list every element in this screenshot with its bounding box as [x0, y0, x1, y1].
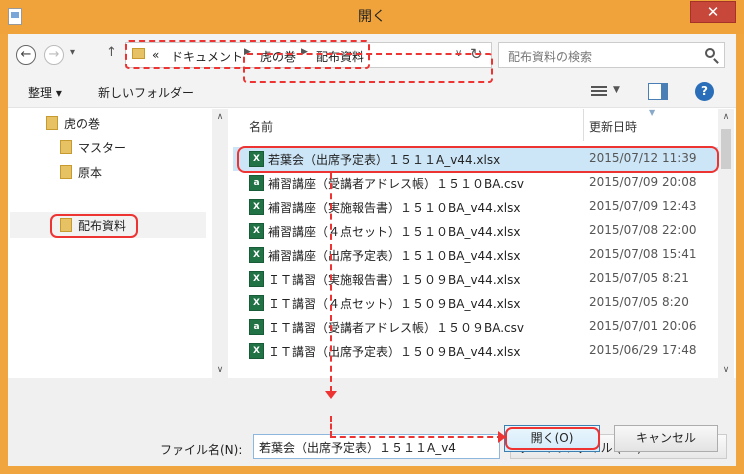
- sort-indicator-icon: ▼: [649, 109, 656, 117]
- scroll-up-icon[interactable]: ∧: [718, 112, 734, 122]
- file-name: ＩＴ講習（出席予定表）１５０９BA_v44.xlsx: [268, 345, 521, 359]
- scroll-up-icon[interactable]: ∧: [212, 112, 228, 122]
- window-title: 開く: [358, 9, 386, 25]
- file-name: ＩＴ講習（受講者アドレス帳）１５０９BA.csv: [268, 321, 524, 335]
- excel-icon: X: [249, 247, 264, 263]
- organize-menu[interactable]: 整理 ▾: [28, 84, 62, 101]
- annotation-connector-line: [330, 416, 332, 437]
- help-icon[interactable]: ?: [695, 82, 714, 101]
- file-date: 2015/06/29 17:48: [589, 343, 697, 357]
- tree-item-label: 原本: [78, 166, 103, 180]
- scroll-thumb[interactable]: [721, 129, 731, 169]
- file-list-scrollbar[interactable]: ∧ ∨: [718, 109, 734, 380]
- forward-button[interactable]: →: [44, 45, 64, 65]
- scroll-down-icon[interactable]: ∨: [718, 365, 734, 375]
- column-divider[interactable]: [583, 109, 584, 141]
- tree-annotation-highlight: [50, 214, 138, 238]
- bottom-panel: ファイル名(N): 若葉会（出席予定表）１５１１A_v4 ∨ すべてのファイル …: [8, 378, 736, 466]
- tree-scrollbar[interactable]: ∧ ∨: [212, 109, 228, 380]
- preview-pane-icon[interactable]: [648, 83, 668, 100]
- file-row[interactable]: a 補習講座（受講者アドレス帳）１５１０BA.csv 2015/07/09 20…: [233, 171, 718, 195]
- file-row[interactable]: X ＩＴ講習（実施報告書）１５０９BA_v44.xlsx 2015/07/05 …: [233, 267, 718, 291]
- file-date: 2015/07/08 15:41: [589, 247, 697, 261]
- file-row[interactable]: X ＩＴ講習（４点セット）１５０９BA_v44.xlsx 2015/07/05 …: [233, 291, 718, 315]
- filename-label: ファイル名(N):: [160, 443, 243, 457]
- tree-item-label: 虎の巻: [64, 117, 101, 131]
- column-header-date[interactable]: 更新日時: [589, 118, 637, 135]
- search-icon[interactable]: [705, 48, 715, 58]
- open-file-dialog: 開く ✕ ← → ▾ ↑ « ドキュメント ▶ 虎の巻 ▶ 配布資料 ∨ ↻ 配…: [0, 0, 744, 474]
- search-placeholder: 配布資料の検索: [508, 50, 593, 64]
- tree-item-master[interactable]: マスター: [60, 137, 126, 159]
- file-name: 補習講座（出席予定表）１５１０BA_v44.xlsx: [268, 249, 521, 263]
- tree-item-originals[interactable]: 原本: [60, 162, 102, 184]
- excel-icon: X: [249, 295, 264, 311]
- file-date: 2015/07/01 20:06: [589, 319, 697, 333]
- file-row[interactable]: X ＩＴ講習（出席予定表）１５０９BA_v44.xlsx 2015/06/29 …: [233, 339, 718, 363]
- folder-tree: 虎の巻 マスター 原本 配布資料: [8, 109, 208, 380]
- up-folder-button[interactable]: ↑: [106, 45, 117, 60]
- view-dropdown-icon[interactable]: ▼: [613, 85, 620, 95]
- selected-row-annotation-highlight: [237, 146, 719, 173]
- excel-icon: X: [249, 343, 264, 359]
- excel-icon: X: [249, 223, 264, 239]
- view-options-icon[interactable]: [591, 84, 607, 98]
- tree-item-toranomaki[interactable]: 虎の巻: [46, 113, 100, 135]
- file-name: ＩＴ講習（実施報告書）１５０９BA_v44.xlsx: [268, 273, 521, 287]
- chevron-down-icon[interactable]: ∨: [259, 439, 495, 453]
- annotation-connector-line: [330, 436, 503, 438]
- excel-icon: X: [249, 199, 264, 215]
- file-name: 補習講座（受講者アドレス帳）１５１０BA.csv: [268, 177, 524, 191]
- dialog-body: ← → ▾ ↑ « ドキュメント ▶ 虎の巻 ▶ 配布資料 ∨ ↻ 配布資料の検…: [8, 34, 736, 466]
- new-folder-button[interactable]: 新しいフォルダー: [98, 84, 194, 101]
- scroll-down-icon[interactable]: ∨: [212, 365, 228, 375]
- file-date: 2015/07/05 8:20: [589, 295, 689, 309]
- file-date: 2015/07/05 8:21: [589, 271, 689, 285]
- file-date: 2015/07/09 20:08: [589, 175, 697, 189]
- annotation-connector-line: [330, 173, 332, 392]
- file-name: ＩＴ講習（４点セット）１５０９BA_v44.xlsx: [268, 297, 521, 311]
- title-bar[interactable]: 開く ✕: [0, 0, 744, 34]
- back-button[interactable]: ←: [16, 45, 36, 65]
- folder-icon: [46, 116, 58, 130]
- file-row[interactable]: X 補習講座（実施報告書）１５１０BA_v44.xlsx 2015/07/09 …: [233, 195, 718, 219]
- annotation-arrow-icon: [325, 391, 337, 399]
- file-row[interactable]: X 補習講座（４点セット）１５１０BA_v44.xlsx 2015/07/08 …: [233, 219, 718, 243]
- folder-icon: [60, 140, 72, 154]
- file-name: 補習講座（４点セット）１５１０BA_v44.xlsx: [268, 225, 521, 239]
- filename-annotation-highlight: [243, 53, 493, 83]
- file-date: 2015/07/09 12:43: [589, 199, 697, 213]
- column-header-name[interactable]: 名前: [249, 118, 273, 135]
- excel-icon: X: [249, 271, 264, 287]
- cancel-button[interactable]: キャンセル: [614, 425, 718, 452]
- file-name: 補習講座（実施報告書）１５１０BA_v44.xlsx: [268, 201, 521, 215]
- file-date: 2015/07/08 22:00: [589, 223, 697, 237]
- search-input[interactable]: 配布資料の検索: [498, 42, 725, 68]
- excel-csv-icon: a: [249, 175, 264, 191]
- tree-item-label: マスター: [78, 141, 127, 155]
- annotation-arrow-icon: [498, 431, 506, 443]
- file-row[interactable]: a ＩＴ講習（受講者アドレス帳）１５０９BA.csv 2015/07/01 20…: [233, 315, 718, 339]
- folder-icon: [60, 165, 72, 179]
- close-button[interactable]: ✕: [690, 1, 736, 23]
- recent-locations-icon[interactable]: ▾: [70, 47, 75, 58]
- open-button-annotation-highlight: [505, 427, 600, 450]
- file-row[interactable]: X 補習講座（出席予定表）１５１０BA_v44.xlsx 2015/07/08 …: [233, 243, 718, 267]
- excel-csv-icon: a: [249, 319, 264, 335]
